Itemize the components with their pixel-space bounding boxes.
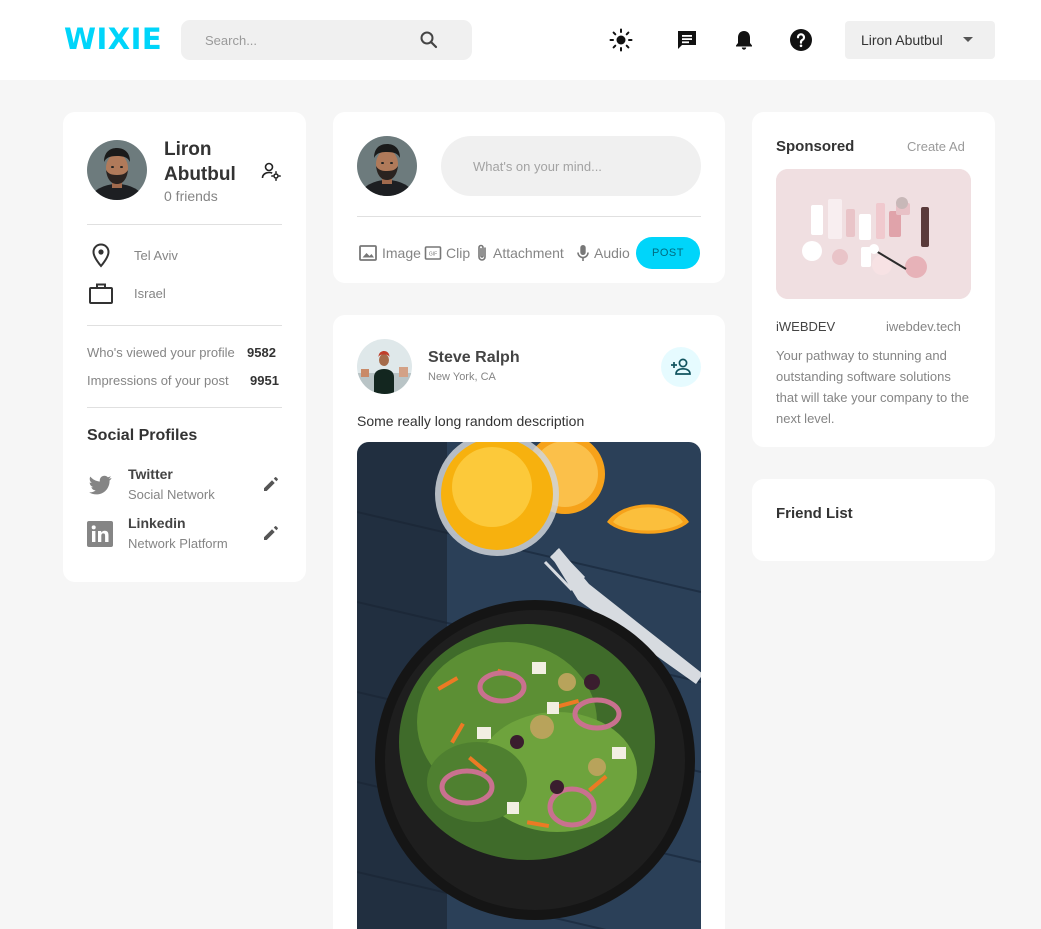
ad-image[interactable] [776,169,971,299]
friend-list-card: Friend List [752,479,995,561]
friend-list-title: Friend List [776,505,853,522]
message-icon[interactable] [675,28,699,52]
divider [87,224,282,225]
impressions-value: 9951 [250,373,279,388]
twitter-name[interactable]: Twitter [128,466,173,482]
audio-tool[interactable]: Audio [576,242,630,264]
clip-tool[interactable]: GIF Clip [424,242,470,264]
sponsored-title: Sponsored [776,138,855,155]
light-mode-icon[interactable] [609,28,633,52]
twitter-icon [87,472,113,498]
search-input[interactable] [181,20,411,60]
post-description: Some really long random description [357,413,585,429]
post-button[interactable]: POST [636,237,700,269]
linkedin-name[interactable]: Linkedin [128,515,186,531]
impressions-label: Impressions of your post [87,373,229,388]
attachment-tool[interactable]: Attachment [475,242,564,264]
audio-tool-label: Audio [594,245,630,261]
ad-company: iWEBDEV [776,319,836,334]
edit-icon[interactable] [261,523,281,543]
search-bar [181,20,472,60]
image-icon [359,245,377,261]
chevron-down-icon [963,37,973,42]
work-icon [88,281,114,307]
logo[interactable]: WIXIE [64,22,162,56]
help-icon[interactable] [789,28,813,52]
location-text: Tel Aviv [134,248,178,263]
post-author-location: New York, CA [428,371,496,383]
linkedin-icon [87,521,113,547]
divider [87,407,282,408]
profile-views-label: Who's viewed your profile [87,345,235,360]
edit-icon[interactable] [261,474,281,494]
linkedin-sub: Network Platform [128,536,228,551]
post-composer: Image GIF Clip Attachment Audio POST [333,112,725,283]
profile-avatar[interactable] [87,140,147,200]
profile-card: Liron Abutbul 0 friends Tel Aviv Israel … [63,112,306,582]
occupation-text: Israel [134,286,166,301]
notifications-icon[interactable] [732,28,756,52]
svg-text:GIF: GIF [429,252,437,258]
ad-description: Your pathway to stunning and outstanding… [776,348,969,426]
sponsored-card: Sponsored Create Ad iWEBDEV iwebdev.tech… [752,112,995,447]
profile-name[interactable]: Liron Abutbul [164,137,264,187]
composer-avatar[interactable] [357,136,417,196]
post-image[interactable] [357,442,701,929]
user-menu-select[interactable]: Liron Abutbul [845,21,995,59]
twitter-sub: Social Network [128,487,215,502]
post-author-avatar[interactable] [357,339,412,394]
image-tool[interactable]: Image [358,242,421,264]
location-icon [88,242,114,268]
feed-post: Steve Ralph New York, CA Some really lon… [333,315,725,929]
ad-website[interactable]: iwebdev.tech [886,319,961,334]
divider [87,325,282,326]
friends-count: 0 friends [164,188,218,204]
manage-accounts-icon[interactable] [260,160,282,182]
user-menu-name: Liron Abutbul [861,32,943,48]
navbar: WIXIE Liron Abutbul [0,0,1041,80]
mic-icon [577,245,589,261]
image-tool-label: Image [382,245,421,261]
attachment-tool-label: Attachment [493,245,564,261]
add-friend-button[interactable] [661,347,701,387]
profile-views-value: 9582 [247,345,276,360]
post-author-name[interactable]: Steve Ralph [428,349,520,367]
person-add-icon [671,358,691,375]
search-icon[interactable] [417,28,441,52]
social-profiles-title: Social Profiles [87,427,198,444]
divider [357,216,701,217]
post-input[interactable] [441,136,701,196]
gif-icon: GIF [424,246,442,260]
attachment-icon [478,244,486,261]
create-ad-link[interactable]: Create Ad [907,139,965,154]
clip-tool-label: Clip [446,245,471,261]
